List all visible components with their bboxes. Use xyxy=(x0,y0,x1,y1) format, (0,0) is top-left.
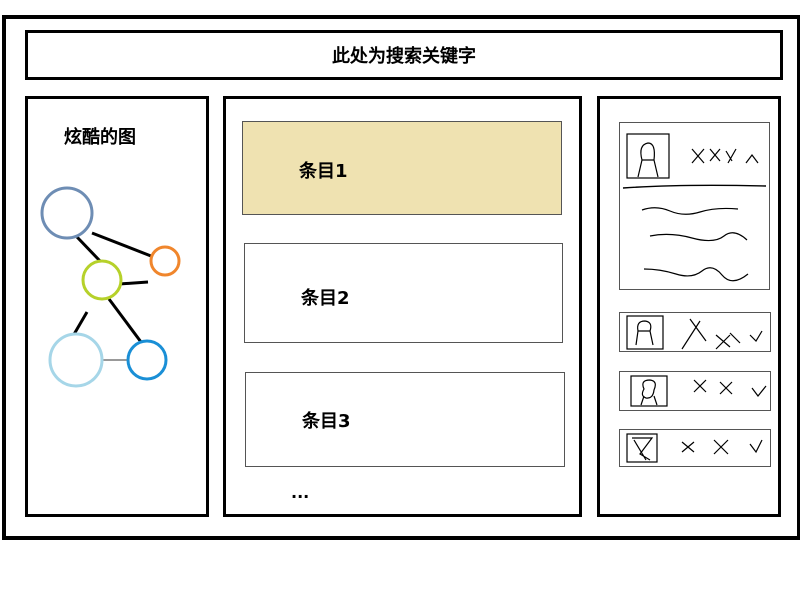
detail-card-sketch xyxy=(626,433,763,463)
list-item-label: 条目3 xyxy=(302,411,351,432)
graph-node[interactable] xyxy=(126,339,168,381)
detail-panel xyxy=(597,96,781,517)
list-item-1[interactable]: 条目1 xyxy=(242,121,562,215)
list-item-2[interactable]: 条目2 xyxy=(244,243,563,343)
graph-node[interactable] xyxy=(149,245,181,277)
list-item-3[interactable]: 条目3 xyxy=(245,372,565,467)
text-line-scribble xyxy=(641,207,739,215)
name-scribble xyxy=(681,439,729,455)
item-list-panel: 条目1 条目2 条目3 ... xyxy=(223,96,582,517)
graph-edge xyxy=(75,235,102,263)
divider-line xyxy=(622,184,767,189)
expand-caret-icon xyxy=(749,330,763,342)
graph-node[interactable] xyxy=(40,186,94,240)
detail-card-sketch xyxy=(626,315,763,350)
graph-edge xyxy=(118,280,149,286)
network-graph[interactable] xyxy=(28,99,206,514)
graph-node[interactable] xyxy=(48,332,104,388)
detail-card-sketch xyxy=(630,375,767,407)
search-keyword-placeholder: 此处为搜索关键字 xyxy=(332,46,476,67)
name-scribble xyxy=(681,318,741,350)
text-line-scribble xyxy=(649,232,748,242)
expand-caret-icon xyxy=(749,439,763,454)
page: 此处为搜索关键字 炫酷的图 条目1 条目2 条目3 ... xyxy=(0,0,800,600)
search-bar[interactable]: 此处为搜索关键字 xyxy=(25,30,783,80)
graph-edge xyxy=(91,231,152,258)
list-item-label: 条目2 xyxy=(301,288,350,309)
detail-card-collapsed[interactable] xyxy=(619,371,771,411)
avatar-icon xyxy=(626,133,670,179)
graph-edge xyxy=(71,311,89,337)
graph-panel: 炫酷的图 xyxy=(25,96,209,517)
detail-card-sketch xyxy=(622,133,767,282)
detail-card-collapsed[interactable] xyxy=(619,429,771,467)
expand-caret-icon xyxy=(751,385,767,397)
graph-edge xyxy=(107,298,143,343)
graph-node[interactable] xyxy=(81,259,123,301)
name-scribble xyxy=(693,379,733,395)
list-item-label: 条目1 xyxy=(299,161,348,182)
more-items-ellipsis: ... xyxy=(291,483,310,502)
text-line-scribble xyxy=(643,267,749,282)
collapse-caret-icon xyxy=(745,154,759,164)
name-scribble xyxy=(691,148,737,164)
detail-card-collapsed[interactable] xyxy=(619,312,771,352)
detail-card-expanded[interactable] xyxy=(619,122,770,290)
